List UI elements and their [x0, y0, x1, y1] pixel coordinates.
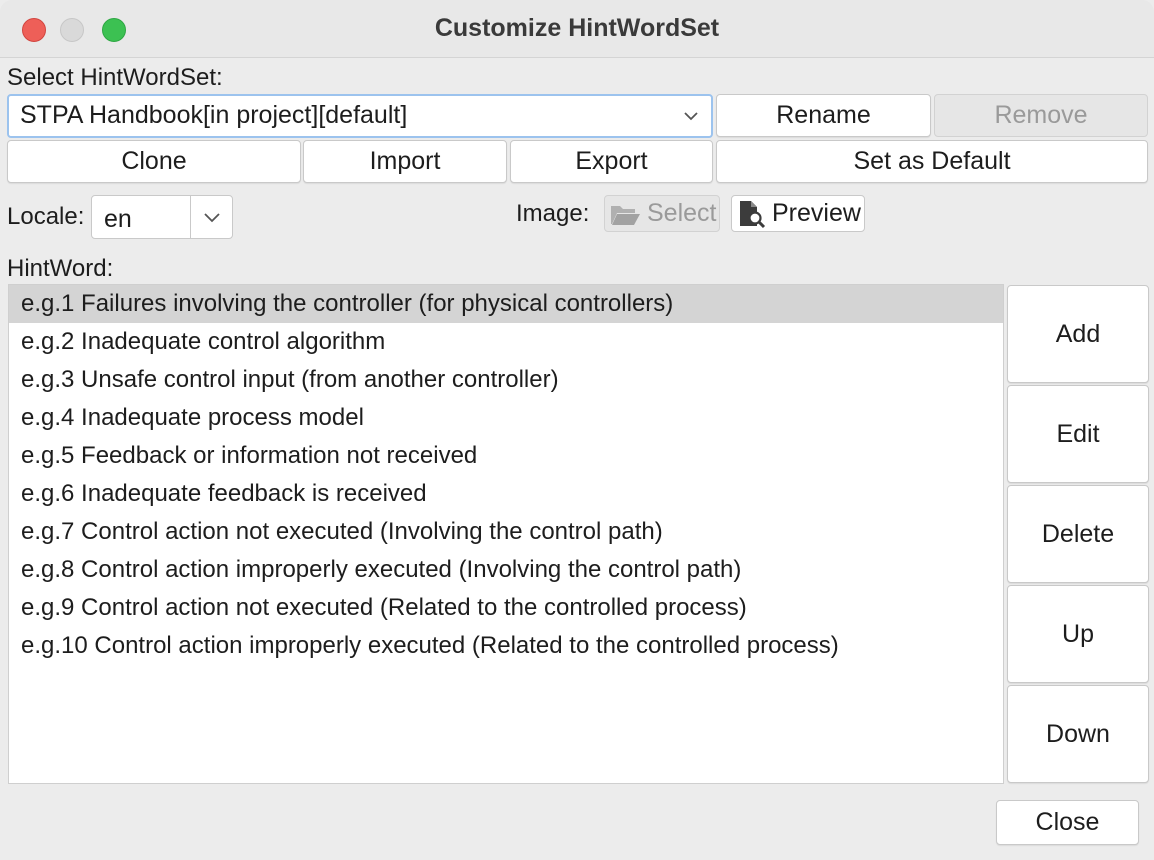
list-item[interactable]: e.g.5 Feedback or information not receiv…: [9, 437, 1003, 475]
image-label: Image:: [516, 200, 590, 227]
title-bar: Customize HintWordSet: [0, 0, 1154, 58]
select-hintwordset-label: Select HintWordSet:: [7, 64, 223, 91]
list-item[interactable]: e.g.9 Control action not executed (Relat…: [9, 589, 1003, 627]
image-preview-label: Preview: [772, 199, 861, 227]
locale-select[interactable]: en: [91, 195, 233, 239]
locale-value: en: [104, 205, 132, 233]
up-button[interactable]: Up: [1007, 585, 1149, 683]
hintword-list[interactable]: e.g.1 Failures involving the controller …: [8, 284, 1004, 784]
edit-button[interactable]: Edit: [1007, 385, 1149, 483]
list-item[interactable]: e.g.4 Inadequate process model: [9, 399, 1003, 437]
remove-button[interactable]: Remove: [934, 94, 1148, 137]
document-search-icon: [740, 200, 766, 228]
hintword-label: HintWord:: [7, 255, 114, 282]
list-item[interactable]: e.g.3 Unsafe control input (from another…: [9, 361, 1003, 399]
hintwordset-select-value: STPA Handbook[in project][default]: [20, 101, 408, 129]
image-select-label: Select: [647, 199, 717, 227]
list-item[interactable]: e.g.6 Inadequate feedback is received: [9, 475, 1003, 513]
customize-hintwordset-dialog: Customize HintWordSet Select HintWordSet…: [0, 0, 1154, 860]
add-button[interactable]: Add: [1007, 285, 1149, 383]
rename-button[interactable]: Rename: [716, 94, 931, 137]
hintwordset-select[interactable]: STPA Handbook[in project][default]: [7, 94, 713, 138]
delete-button[interactable]: Delete: [1007, 485, 1149, 583]
list-item[interactable]: e.g.1 Failures involving the controller …: [9, 285, 1003, 323]
export-button[interactable]: Export: [510, 140, 713, 183]
list-item[interactable]: e.g.8 Control action improperly executed…: [9, 551, 1003, 589]
set-as-default-button[interactable]: Set as Default: [716, 140, 1148, 183]
list-item[interactable]: e.g.2 Inadequate control algorithm: [9, 323, 1003, 361]
locale-divider: [190, 196, 191, 238]
locale-label: Locale:: [7, 203, 85, 230]
list-item[interactable]: e.g.7 Control action not executed (Invol…: [9, 513, 1003, 551]
folder-open-icon: [611, 205, 640, 225]
clone-button[interactable]: Clone: [7, 140, 301, 183]
image-preview-button[interactable]: Preview: [731, 195, 865, 232]
list-item[interactable]: e.g.10 Control action improperly execute…: [9, 627, 1003, 665]
import-button[interactable]: Import: [303, 140, 507, 183]
close-button[interactable]: Close: [996, 800, 1139, 845]
down-button[interactable]: Down: [1007, 685, 1149, 783]
window-title: Customize HintWordSet: [434, 14, 720, 42]
image-select-button[interactable]: Select: [604, 195, 720, 232]
chevron-down-icon: [204, 213, 220, 223]
chevron-down-icon: [684, 112, 698, 121]
